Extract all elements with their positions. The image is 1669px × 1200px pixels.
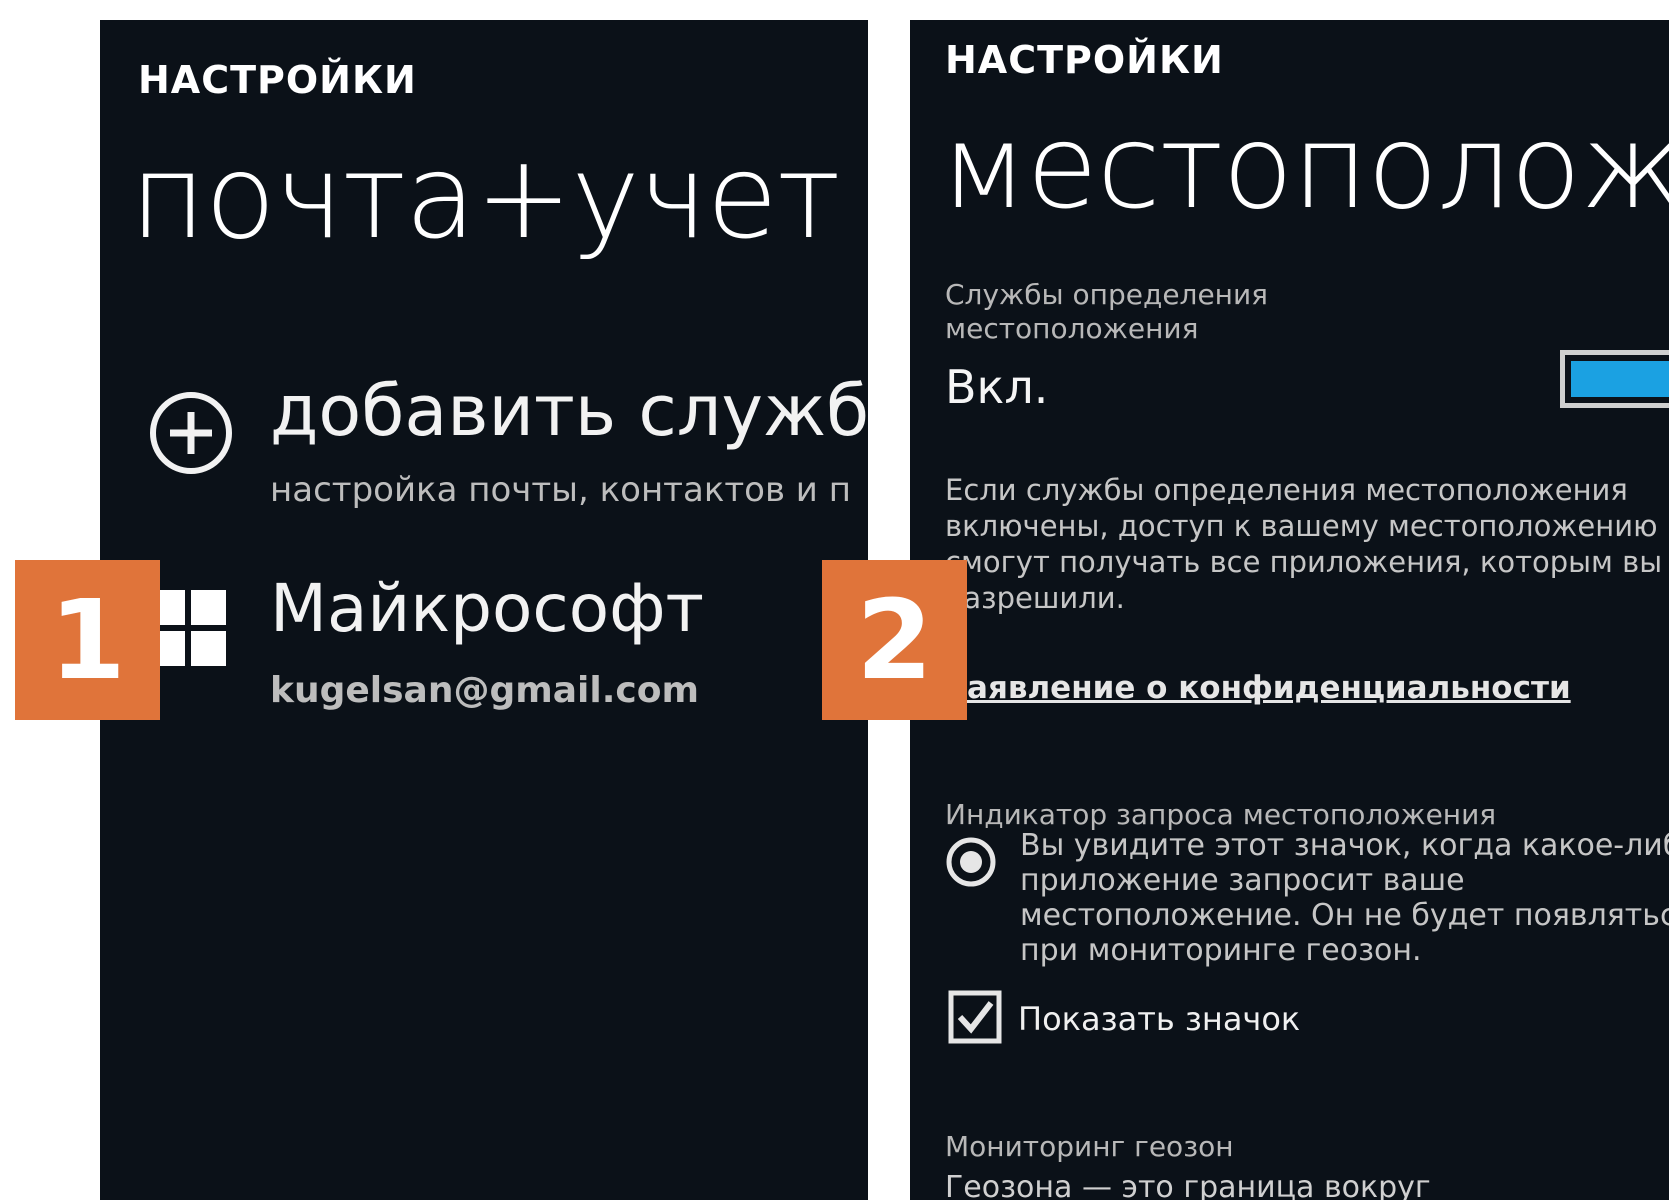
- toggle-fill: [1571, 361, 1669, 397]
- description-line: разрешили.: [945, 581, 1125, 615]
- step-badge-2: 2: [822, 560, 967, 720]
- page-title: почта+учет: [130, 130, 841, 265]
- windows-logo-icon: [150, 590, 226, 666]
- geofence-text: Геозона — это граница вокруг: [945, 1170, 1431, 1200]
- description-line: Если службы определения местоположения: [945, 473, 1628, 507]
- add-service-subtitle: настройка почты, контактов и п: [270, 470, 851, 510]
- indicator-label: Индикатор запроса местоположения: [945, 798, 1497, 831]
- location-services-label: Службы определения: [945, 278, 1269, 311]
- settings-kicker: НАСТРОЙКИ: [138, 58, 417, 102]
- add-circle-icon: [150, 392, 232, 474]
- description-line: смогут получать все приложения, которым …: [945, 545, 1669, 579]
- show-icon-checkbox[interactable]: [948, 990, 1002, 1044]
- privacy-statement-link[interactable]: Заявление о конфиденциальности: [945, 670, 1571, 706]
- phone-screen-location: НАСТРОЙКИ местоположен Службы определени…: [910, 20, 1669, 1200]
- account-name: Майкрософт: [270, 570, 704, 647]
- account-email: kugelsan@gmail.com: [270, 670, 699, 711]
- toggle-state-text: Вкл.: [945, 360, 1049, 414]
- indicator-line: при мониторинге геозон.: [1020, 933, 1422, 968]
- microsoft-account-item[interactable]: Майкрософт kugelsan@gmail.com: [150, 570, 868, 730]
- indicator-description: Вы увидите этот значок, когда какое-либо…: [1020, 828, 1669, 968]
- add-service-item[interactable]: добавить службу настройка почты, контакт…: [148, 370, 868, 520]
- show-icon-label[interactable]: Показать значок: [1018, 1000, 1300, 1038]
- location-toggle-switch[interactable]: [1560, 350, 1669, 408]
- description-line: включены, доступ к вашему местоположению: [945, 509, 1658, 543]
- phone-screen-mail-accounts: НАСТРОЙКИ почта+учет добавить службу нас…: [100, 20, 868, 1200]
- location-description: Если службы определения местоположения в…: [945, 472, 1669, 616]
- geofence-label: Мониторинг геозон: [945, 1130, 1234, 1163]
- indicator-line: приложение запросит ваше: [1020, 863, 1465, 898]
- indicator-line: Вы увидите этот значок, когда какое-либо: [1020, 828, 1669, 863]
- page-title: местоположен: [940, 100, 1669, 235]
- step-badge-1: 1: [15, 560, 160, 720]
- indicator-line: местоположение. Он не будет появляться: [1020, 898, 1669, 933]
- location-indicator-icon: [946, 837, 996, 887]
- settings-kicker: НАСТРОЙКИ: [945, 38, 1224, 82]
- add-service-title: добавить службу: [270, 370, 868, 452]
- location-services-label-line2: местоположения: [945, 312, 1199, 345]
